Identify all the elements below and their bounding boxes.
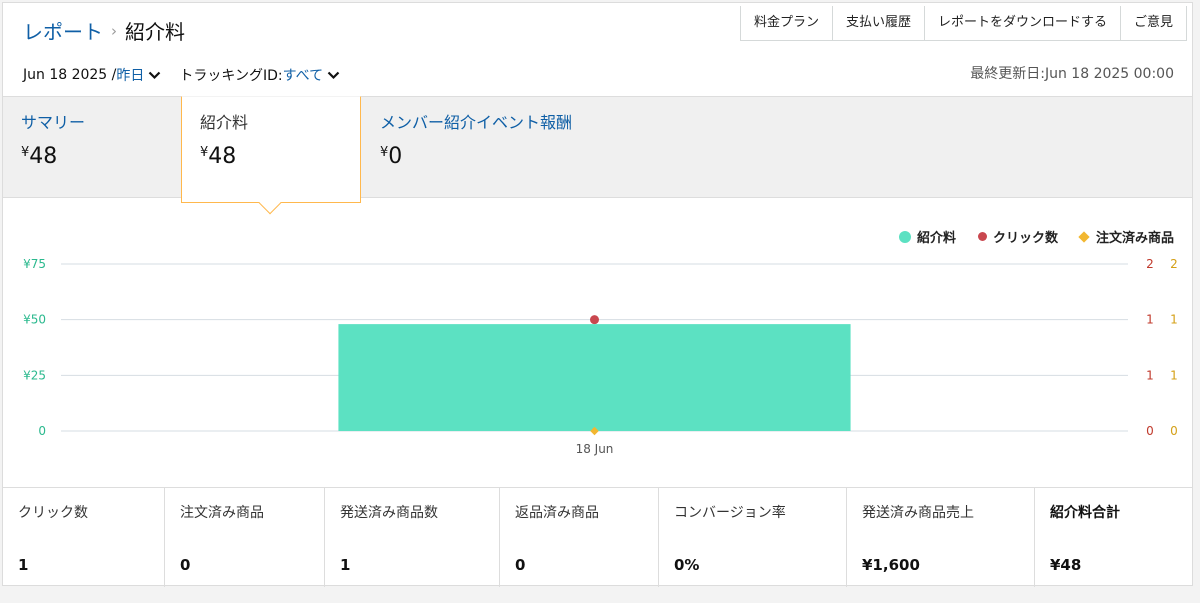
metric-label: 紹介料合計: [1050, 505, 1120, 521]
tile-referral-fee[interactable]: 紹介料 ¥48: [181, 96, 361, 215]
x-tick-label: 18 Jun: [576, 442, 614, 456]
tile-summary[interactable]: サマリー ¥48: [21, 97, 181, 197]
date-prefix: Jun 18 2025 /: [23, 67, 117, 83]
metric-value: 0%: [674, 556, 700, 574]
download-report-button[interactable]: レポートをダウンロードする: [923, 6, 1121, 41]
metric-label: クリック数: [18, 505, 88, 521]
tile-member-event-reward-value: ¥0: [380, 144, 403, 169]
tile-referral-fee-value: ¥48: [200, 144, 237, 169]
metric-value: 0: [515, 556, 526, 574]
date-range-dropdown[interactable]: Jun 18 2025 / 昨日: [23, 65, 161, 85]
tracking-id-value: すべて: [282, 68, 324, 84]
y-tick-label-right-clicks: 1: [1146, 368, 1154, 382]
point-clicks: [590, 315, 599, 325]
top-button-group: 料金プラン 支払い履歴 レポートをダウンロードする ご意見: [739, 6, 1187, 41]
y-tick-label-right-clicks: 0: [1146, 424, 1154, 438]
tracking-id-dropdown[interactable]: トラッキングID: すべて: [179, 65, 340, 85]
bar-referral-fee: [338, 324, 851, 431]
y-tick-label-right-orders: 0: [1170, 424, 1178, 438]
y-tick-label-left: ¥75: [23, 257, 46, 271]
metric-value: 0: [180, 556, 191, 574]
metric-shipped-items: 発送済み商品数 1: [325, 488, 500, 587]
breadcrumb-reports-link[interactable]: レポート: [23, 16, 103, 45]
tile-member-event-reward-label: メンバー紹介イベント報酬: [380, 113, 573, 132]
metric-ordered-items: 注文済み商品 0: [165, 488, 325, 587]
y-tick-label-right-clicks: 2: [1146, 257, 1154, 271]
tile-member-event-reward[interactable]: メンバー紹介イベント報酬 ¥0: [380, 97, 640, 197]
metric-value: ¥48: [1050, 556, 1082, 574]
y-tick-label-left: ¥25: [23, 368, 46, 382]
summary-tiles: サマリー ¥48 紹介料 ¥48 メンバー紹介イベント報酬 ¥0: [3, 96, 1192, 215]
page-title: 紹介料: [125, 20, 185, 44]
y-tick-label-right-clicks: 1: [1146, 313, 1154, 327]
pricing-plan-button[interactable]: 料金プラン: [739, 6, 833, 41]
date-range-value: 昨日: [116, 68, 145, 84]
y-tick-label-right-orders: 1: [1170, 368, 1178, 382]
metric-label: 発送済み商品数: [340, 505, 438, 521]
chart-legend: 紹介料 クリック数 注文済み商品: [877, 227, 1174, 246]
feedback-button[interactable]: ご意見: [1119, 6, 1187, 41]
metric-clicks: クリック数 1: [3, 488, 165, 587]
legend-item-orders[interactable]: 注文済み商品: [1078, 227, 1174, 246]
diamond-icon: [1078, 230, 1090, 243]
circle-icon: [898, 230, 911, 243]
metric-label: コンバージョン率: [674, 505, 786, 521]
legend-item-clicks[interactable]: クリック数: [977, 227, 1058, 246]
metric-value: 1: [18, 556, 29, 574]
metric-value: ¥1,600: [862, 556, 920, 574]
breadcrumb: レポート › 紹介料: [23, 16, 185, 45]
report-panel: レポート › 紹介料 料金プラン 支払い履歴 レポートをダウンロードする ご意見…: [2, 2, 1193, 587]
y-tick-label-right-orders: 1: [1170, 313, 1178, 327]
tracking-id-label: トラッキングID:: [179, 68, 283, 84]
metric-value: 1: [340, 556, 351, 574]
metric-conversion-rate: コンバージョン率 0%: [659, 488, 847, 587]
selected-tile-pointer: [258, 191, 282, 215]
breadcrumb-separator-icon: ›: [111, 21, 117, 40]
metric-shipped-revenue: 発送済み商品売上 ¥1,600: [847, 488, 1035, 587]
metrics-row: クリック数 1 注文済み商品 0 発送済み商品数 1 返品済み商品 0 コンバー…: [3, 487, 1192, 587]
last-updated-text: 最終更新日:Jun 18 2025 00:00: [970, 66, 1174, 82]
legend-item-referral-fee[interactable]: 紹介料: [898, 227, 956, 246]
tile-summary-value: ¥48: [21, 144, 58, 169]
metric-returned-items: 返品済み商品 0: [500, 488, 659, 587]
payment-history-button[interactable]: 支払い履歴: [831, 6, 925, 41]
chevron-down-icon: [327, 71, 340, 80]
y-tick-label-left: ¥50: [23, 313, 46, 327]
metric-referral-fee-total: 紹介料合計 ¥48: [1035, 488, 1192, 587]
y-tick-label-left: 0: [38, 424, 46, 438]
metric-label: 返品済み商品: [515, 505, 599, 521]
tile-summary-label: サマリー: [21, 113, 86, 132]
metric-label: 発送済み商品売上: [862, 505, 974, 521]
chevron-down-icon: [149, 71, 161, 80]
y-tick-label-right-orders: 2: [1170, 257, 1178, 271]
metric-label: 注文済み商品: [180, 505, 264, 521]
circle-icon: [977, 232, 987, 241]
referral-fee-chart: 0 0 0 ¥25 1 1 ¥50 1 1 ¥75 2 2 18 Jun: [23, 257, 1178, 456]
tile-referral-fee-label: 紹介料: [200, 113, 249, 132]
filter-bar: Jun 18 2025 / 昨日 トラッキングID: すべて: [23, 65, 358, 85]
